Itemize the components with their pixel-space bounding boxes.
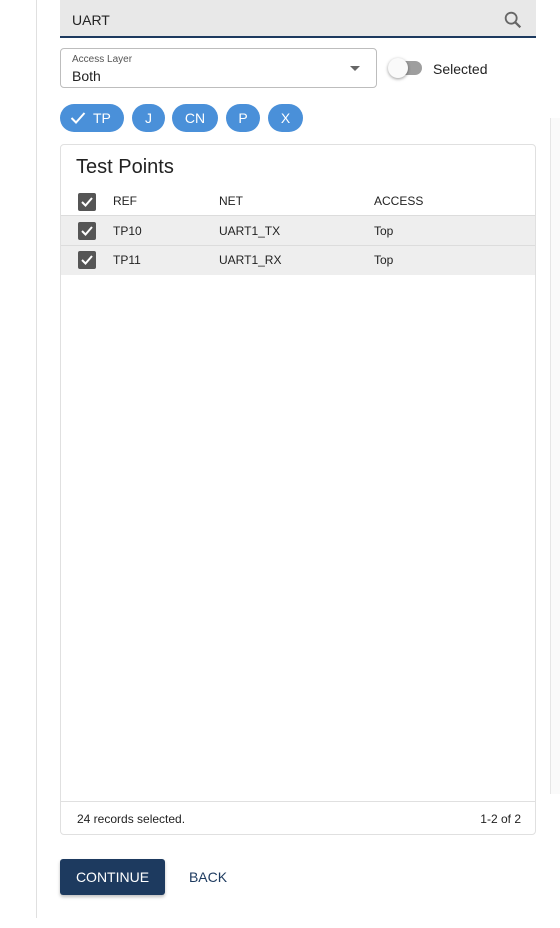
check-icon xyxy=(81,226,93,236)
chip-label: CN xyxy=(184,110,206,126)
table-row[interactable]: TP10 UART1_TX Top xyxy=(61,215,535,245)
continue-button[interactable]: CONTINUE xyxy=(60,859,165,895)
search-input[interactable]: UART xyxy=(72,12,110,28)
back-button[interactable]: BACK xyxy=(176,859,240,895)
card-title: Test Points xyxy=(76,156,174,178)
cell-net: UART1_TX xyxy=(219,224,281,238)
search-icon[interactable] xyxy=(502,9,524,31)
selection-count: 24 records selected. xyxy=(77,812,186,826)
access-layer-value: Both xyxy=(72,68,101,84)
column-header-access[interactable]: ACCESS xyxy=(374,194,423,208)
chip-label: X xyxy=(280,110,291,126)
chip-tp[interactable]: TP xyxy=(60,104,124,132)
test-points-card: Test Points REF NET ACCESS TP10 UART1_TX… xyxy=(60,144,536,835)
chip-cn[interactable]: CN xyxy=(172,104,218,132)
chip-x[interactable]: X xyxy=(268,104,303,132)
column-header-net[interactable]: NET xyxy=(219,194,243,208)
cell-net: UART1_RX xyxy=(219,253,282,267)
search-field[interactable]: UART xyxy=(60,0,536,38)
toggle-thumb xyxy=(388,58,408,78)
selected-toggle[interactable] xyxy=(388,58,422,78)
cell-access: Top xyxy=(374,253,394,267)
selected-toggle-label: Selected xyxy=(433,61,488,77)
chip-label: TP xyxy=(93,110,111,126)
cell-ref: TP11 xyxy=(113,253,141,267)
chip-label: P xyxy=(238,110,248,126)
access-layer-label: Access Layer xyxy=(72,54,133,65)
check-icon xyxy=(81,255,93,265)
select-all-checkbox[interactable] xyxy=(78,193,96,211)
chip-label: J xyxy=(145,110,152,126)
cell-ref: TP10 xyxy=(113,224,142,238)
access-layer-select[interactable]: Access Layer Both xyxy=(60,48,377,88)
chip-j[interactable]: J xyxy=(132,104,165,132)
row-checkbox[interactable] xyxy=(78,251,96,269)
left-divider xyxy=(36,0,37,918)
chevron-down-icon xyxy=(350,66,360,71)
check-icon xyxy=(70,112,86,124)
row-checkbox[interactable] xyxy=(78,222,96,240)
chip-p[interactable]: P xyxy=(226,104,260,132)
check-icon xyxy=(81,197,93,207)
cell-access: Top xyxy=(374,224,394,238)
column-header-ref[interactable]: REF xyxy=(113,194,137,208)
table-footer: 24 records selected. 1-2 of 2 xyxy=(61,801,535,835)
pagination-info: 1-2 of 2 xyxy=(480,812,521,826)
table-row[interactable]: TP11 UART1_RX Top xyxy=(61,245,535,275)
side-panel-edge xyxy=(550,118,560,794)
